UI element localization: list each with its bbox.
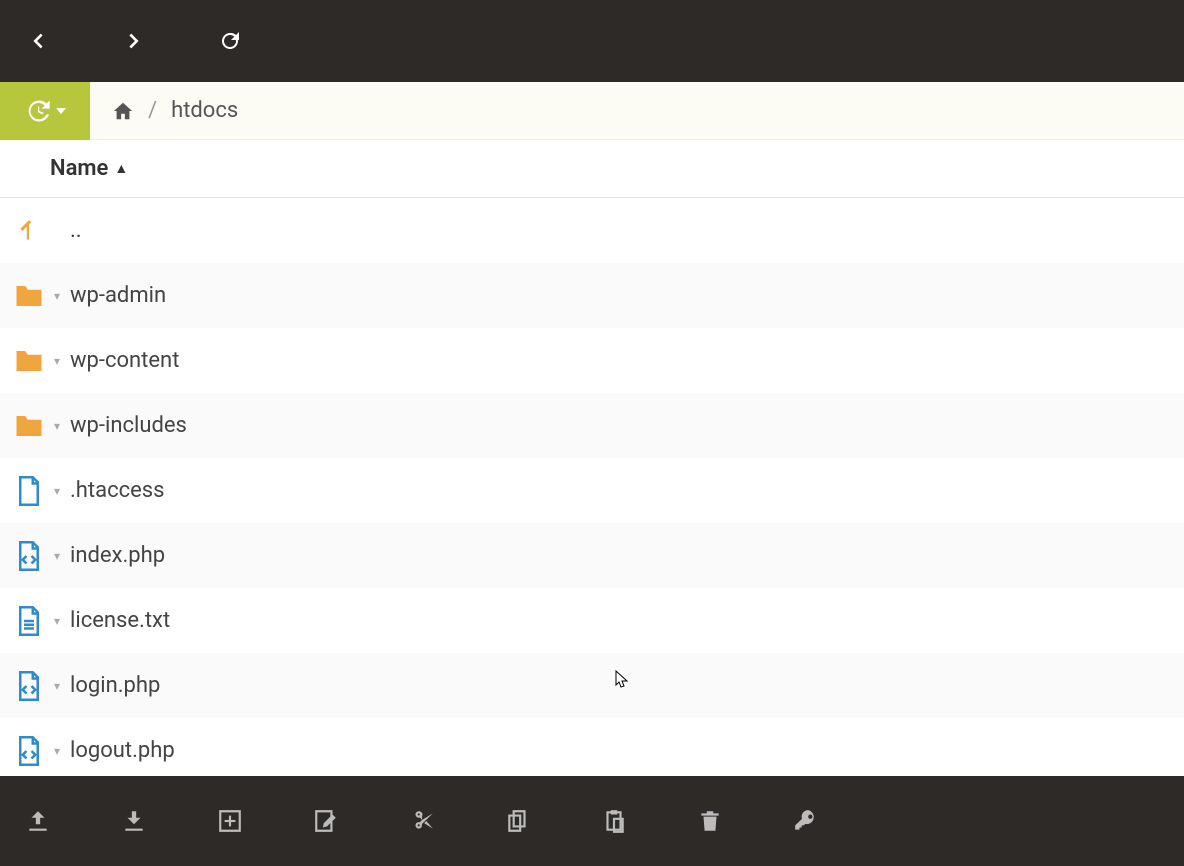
row-menu-caret[interactable]: ▾ (48, 289, 66, 303)
trash-icon (697, 808, 723, 834)
file-row[interactable]: ▾.htaccess (0, 458, 1184, 523)
sort-ascending-icon: ▲ (114, 160, 128, 177)
copy-icon (505, 808, 531, 834)
row-menu-caret[interactable]: ▾ (48, 679, 66, 693)
entry-name: .htaccess (66, 478, 165, 503)
paste-icon (601, 808, 627, 834)
file-row[interactable]: ▾login.php (0, 653, 1184, 718)
entry-name: wp-admin (66, 283, 166, 308)
new-button[interactable] (210, 801, 250, 841)
row-menu-caret[interactable]: ▾ (48, 354, 66, 368)
bottom-toolbar (0, 776, 1184, 866)
column-header-name[interactable]: Name ▲ (0, 140, 1184, 198)
refresh-icon (218, 29, 242, 53)
scissors-icon (409, 808, 435, 834)
breadcrumb-item[interactable]: htdocs (171, 98, 238, 123)
caret-down-icon (56, 106, 66, 116)
breadcrumb: / htdocs (90, 98, 238, 123)
upload-icon (25, 808, 51, 834)
file-row[interactable]: ▾license.txt (0, 588, 1184, 653)
download-icon (121, 808, 147, 834)
row-menu-caret[interactable]: ▾ (48, 484, 66, 498)
entry-name: .. (66, 218, 82, 243)
folder-row[interactable]: ▾wp-content (0, 328, 1184, 393)
breadcrumb-bar: / htdocs (0, 82, 1184, 140)
chevron-right-icon (123, 30, 145, 52)
nav-refresh-button[interactable] (210, 21, 250, 61)
file-list: ..▾wp-admin▾wp-content▾wp-includes▾.htac… (0, 198, 1184, 776)
folder-icon (10, 348, 48, 374)
file-row[interactable]: ▾logout.php (0, 718, 1184, 776)
chevron-left-icon (27, 30, 49, 52)
cut-button[interactable] (402, 801, 442, 841)
folder-icon (10, 283, 48, 309)
permissions-button[interactable] (786, 801, 826, 841)
breadcrumb-home[interactable] (112, 100, 134, 122)
history-dropdown-button[interactable] (0, 82, 90, 140)
entry-name: logout.php (66, 738, 175, 763)
entry-name: wp-content (66, 348, 179, 373)
level-up-icon (10, 218, 48, 244)
code-file-icon (10, 541, 48, 571)
delete-button[interactable] (690, 801, 730, 841)
folder-row[interactable]: ▾wp-includes (0, 393, 1184, 458)
edit-button[interactable] (306, 801, 346, 841)
entry-name: wp-includes (66, 413, 187, 438)
row-menu-caret[interactable]: ▾ (48, 744, 66, 758)
row-menu-caret[interactable]: ▾ (48, 614, 66, 628)
top-toolbar (0, 0, 1184, 82)
history-icon (24, 97, 52, 125)
code-file-icon (10, 736, 48, 766)
paste-button[interactable] (594, 801, 634, 841)
file-row[interactable]: ▾index.php (0, 523, 1184, 588)
row-menu-caret[interactable]: ▾ (48, 549, 66, 563)
key-icon (793, 808, 819, 834)
entry-name: index.php (66, 543, 165, 568)
parent-directory-row[interactable]: .. (0, 198, 1184, 263)
home-icon (112, 100, 134, 122)
folder-icon (10, 413, 48, 439)
text-file-icon (10, 606, 48, 636)
folder-row[interactable]: ▾wp-admin (0, 263, 1184, 328)
column-header-label: Name (50, 156, 108, 181)
plus-square-icon (217, 808, 243, 834)
download-button[interactable] (114, 801, 154, 841)
row-menu-caret[interactable]: ▾ (48, 419, 66, 433)
entry-name: license.txt (66, 608, 170, 633)
upload-button[interactable] (18, 801, 58, 841)
code-file-icon (10, 671, 48, 701)
edit-icon (313, 808, 339, 834)
breadcrumb-separator: / (148, 98, 157, 123)
file-icon (10, 476, 48, 506)
copy-button[interactable] (498, 801, 538, 841)
entry-name: login.php (66, 673, 160, 698)
nav-forward-button[interactable] (114, 21, 154, 61)
nav-back-button[interactable] (18, 21, 58, 61)
